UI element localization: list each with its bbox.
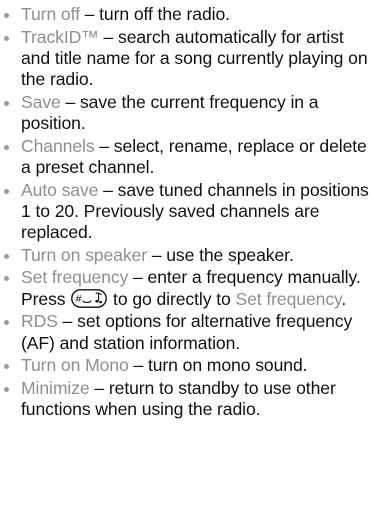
menu-term-trackid: TrackID™ <box>21 26 99 47</box>
bullet-icon <box>4 320 9 326</box>
list-item-auto-save: Auto save – save tuned channels in posit… <box>0 180 374 244</box>
menu-description: – save the current frequency in a positi… <box>21 91 319 134</box>
bullet-icon <box>4 364 9 370</box>
menu-description: to go directly to <box>108 288 236 309</box>
bullet-icon <box>4 253 9 259</box>
bullet-icon <box>4 144 9 150</box>
menu-description: – use the speaker. <box>146 244 294 265</box>
menu-term-turn-off: Turn off <box>21 4 80 24</box>
list-item-set-frequency: Set frequency – enter a frequency manual… <box>0 267 374 309</box>
menu-term-turn-on-speaker: Turn on speaker <box>21 244 147 265</box>
menu-description: – turn off the radio. <box>79 4 230 24</box>
list-item-trackid: TrackID™ – search automatically for arti… <box>0 27 374 91</box>
list-item-turn-on-speaker: Turn on speaker – use the speaker. <box>0 245 374 266</box>
hash-key-icon: # <box>71 288 108 308</box>
menu-term-turn-on-mono: Turn on Mono <box>21 355 129 376</box>
menu-term-save: Save <box>21 91 61 112</box>
menu-term-channels: Channels <box>21 135 95 156</box>
list-item-minimize: Minimize – return to standby to use othe… <box>0 378 374 420</box>
menu-term-auto-save: Auto save <box>21 179 99 200</box>
bullet-icon <box>4 386 9 392</box>
svg-text:#: # <box>76 293 82 305</box>
bullet-icon <box>4 35 9 41</box>
menu-term-set-frequency: Set frequency <box>21 267 129 288</box>
menu-term-rds: RDS <box>21 311 58 332</box>
radio-options-list: Turn off – turn off the radio. TrackID™ … <box>0 4 374 420</box>
menu-description: – set options for alternative frequency … <box>21 311 353 353</box>
menu-description: – turn on mono sound. <box>128 355 308 376</box>
bullet-icon <box>4 276 9 282</box>
bullet-icon <box>4 100 9 106</box>
menu-term-set-frequency-ref: Set frequency <box>235 288 342 309</box>
bullet-icon <box>4 188 9 194</box>
bullet-icon <box>4 13 9 18</box>
list-item-turn-off: Turn off – turn off the radio. <box>0 4 374 25</box>
menu-term-minimize: Minimize <box>21 377 90 398</box>
menu-description: . <box>341 288 347 309</box>
list-item-rds: RDS – set options for alternative freque… <box>0 311 374 353</box>
radio-options-document: Turn off – turn off the radio. TrackID™ … <box>0 0 374 422</box>
list-item-channels: Channels – select, rename, replace or de… <box>0 136 374 178</box>
list-item-save: Save – save the current frequency in a p… <box>0 92 374 134</box>
list-item-turn-on-mono: Turn on Mono – turn on mono sound. <box>0 355 374 376</box>
